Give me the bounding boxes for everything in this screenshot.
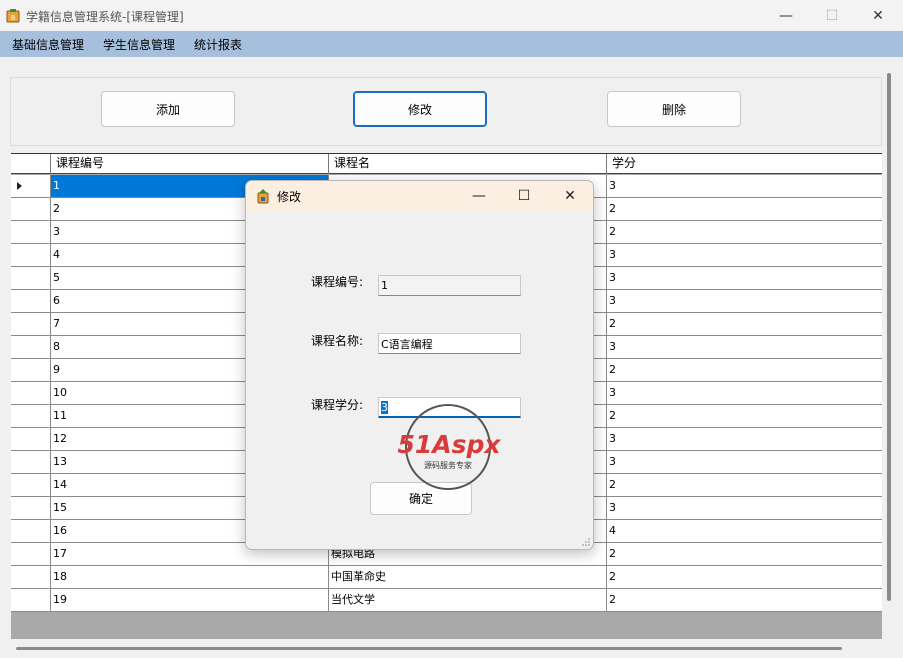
row-header[interactable] bbox=[11, 198, 51, 220]
header-corner bbox=[11, 154, 51, 174]
row-header[interactable] bbox=[11, 313, 51, 335]
row-header[interactable] bbox=[11, 221, 51, 243]
row-header[interactable] bbox=[11, 589, 51, 611]
dialog-minimize-button[interactable]: — bbox=[456, 181, 502, 211]
row-header[interactable] bbox=[11, 175, 51, 197]
cell-credit[interactable]: 2 bbox=[607, 543, 882, 565]
menu-student-info[interactable]: 学生信息管理 bbox=[103, 36, 175, 53]
cell-credit[interactable]: 2 bbox=[607, 359, 882, 381]
menu-basic-info[interactable]: 基础信息管理 bbox=[12, 36, 84, 53]
cell-credit[interactable]: 3 bbox=[607, 244, 882, 266]
course-id-input[interactable] bbox=[378, 275, 521, 296]
cell-credit[interactable]: 2 bbox=[607, 405, 882, 427]
cell-credit[interactable]: 3 bbox=[607, 497, 882, 519]
app-icon: 8 bbox=[6, 9, 20, 23]
toolbar-panel: 添加 修改 删除 bbox=[10, 77, 882, 146]
row-header[interactable] bbox=[11, 451, 51, 473]
course-name-input[interactable] bbox=[378, 333, 521, 354]
table-row[interactable]: 18 中国革命史 2 bbox=[11, 566, 882, 589]
dialog-titlebar: 修改 — ☐ ✕ bbox=[246, 181, 593, 211]
cell-course-id[interactable]: 18 bbox=[51, 566, 329, 588]
dialog-title: 修改 bbox=[277, 190, 302, 204]
row-header[interactable] bbox=[11, 244, 51, 266]
cell-credit[interactable]: 3 bbox=[607, 267, 882, 289]
row-header[interactable] bbox=[11, 520, 51, 542]
svg-text:8: 8 bbox=[11, 14, 15, 22]
cell-credit[interactable]: 3 bbox=[607, 428, 882, 450]
row-header[interactable] bbox=[11, 566, 51, 588]
row-header[interactable] bbox=[11, 359, 51, 381]
maximize-icon: ☐ bbox=[825, 7, 839, 24]
close-button[interactable]: ✕ bbox=[855, 0, 901, 31]
window-titlebar: 8 学籍信息管理系统-[课程管理] — ☐ ✕ bbox=[0, 0, 903, 31]
cell-course-name[interactable]: 中国革命史 bbox=[329, 566, 607, 588]
course-id-label: 课程编号: bbox=[311, 275, 364, 289]
cell-credit[interactable]: 4 bbox=[607, 520, 882, 542]
row-header[interactable] bbox=[11, 290, 51, 312]
row-header[interactable] bbox=[11, 382, 51, 404]
cell-credit[interactable]: 2 bbox=[607, 313, 882, 335]
cell-course-name[interactable]: 当代文学 bbox=[329, 589, 607, 611]
menu-bar: 基础信息管理 学生信息管理 统计报表 bbox=[0, 31, 903, 57]
row-header[interactable] bbox=[11, 428, 51, 450]
dialog-maximize-button[interactable]: ☐ bbox=[501, 181, 547, 211]
dialog-close-button[interactable]: ✕ bbox=[547, 181, 593, 211]
horizontal-scrollbar[interactable] bbox=[16, 647, 842, 650]
delete-button[interactable]: 删除 bbox=[607, 91, 741, 127]
edit-button[interactable]: 修改 bbox=[353, 91, 487, 127]
cell-credit[interactable]: 2 bbox=[607, 198, 882, 220]
minimize-icon: — bbox=[472, 188, 486, 204]
watermark-logo: 51Aspx 源码服务专家 bbox=[397, 404, 501, 490]
row-header[interactable] bbox=[11, 405, 51, 427]
course-name-label: 课程名称: bbox=[311, 334, 364, 348]
grid-header: 课程编号 课程名 学分 bbox=[11, 154, 882, 174]
close-icon: ✕ bbox=[564, 188, 576, 204]
column-header-id[interactable]: 课程编号 bbox=[51, 154, 329, 174]
row-header[interactable] bbox=[11, 336, 51, 358]
row-header[interactable] bbox=[11, 543, 51, 565]
current-row-arrow-icon bbox=[17, 182, 22, 190]
close-icon: ✕ bbox=[872, 7, 884, 24]
cell-credit[interactable]: 3 bbox=[607, 451, 882, 473]
cell-credit[interactable]: 3 bbox=[607, 336, 882, 358]
maximize-icon: ☐ bbox=[517, 188, 531, 204]
watermark-brand: 51Aspx bbox=[397, 430, 501, 459]
watermark-tagline: 源码服务专家 bbox=[424, 460, 472, 470]
resize-grip-icon[interactable] bbox=[582, 538, 590, 546]
row-header[interactable] bbox=[11, 474, 51, 496]
cell-credit[interactable]: 2 bbox=[607, 566, 882, 588]
add-button[interactable]: 添加 bbox=[101, 91, 235, 127]
cell-credit[interactable]: 3 bbox=[607, 382, 882, 404]
cell-credit[interactable]: 2 bbox=[607, 474, 882, 496]
row-header[interactable] bbox=[11, 497, 51, 519]
cell-credit[interactable]: 2 bbox=[607, 221, 882, 243]
vertical-scrollbar[interactable] bbox=[887, 73, 891, 601]
cell-credit[interactable]: 3 bbox=[607, 290, 882, 312]
column-header-credit[interactable]: 学分 bbox=[607, 154, 882, 174]
table-row[interactable]: 19 当代文学 2 bbox=[11, 589, 882, 612]
window-title: 学籍信息管理系统-[课程管理] bbox=[26, 10, 184, 24]
cell-credit[interactable]: 3 bbox=[607, 175, 882, 197]
row-header[interactable] bbox=[11, 267, 51, 289]
maximize-button[interactable]: ☐ bbox=[809, 0, 855, 31]
menu-reports[interactable]: 统计报表 bbox=[194, 36, 242, 53]
dialog-app-icon bbox=[257, 189, 269, 204]
cell-credit[interactable]: 2 bbox=[607, 589, 882, 611]
column-header-name[interactable]: 课程名 bbox=[329, 154, 607, 174]
cell-course-id[interactable]: 19 bbox=[51, 589, 329, 611]
course-credit-label: 课程学分: bbox=[311, 398, 364, 412]
minimize-icon: — bbox=[779, 7, 793, 24]
minimize-button[interactable]: — bbox=[763, 0, 809, 31]
